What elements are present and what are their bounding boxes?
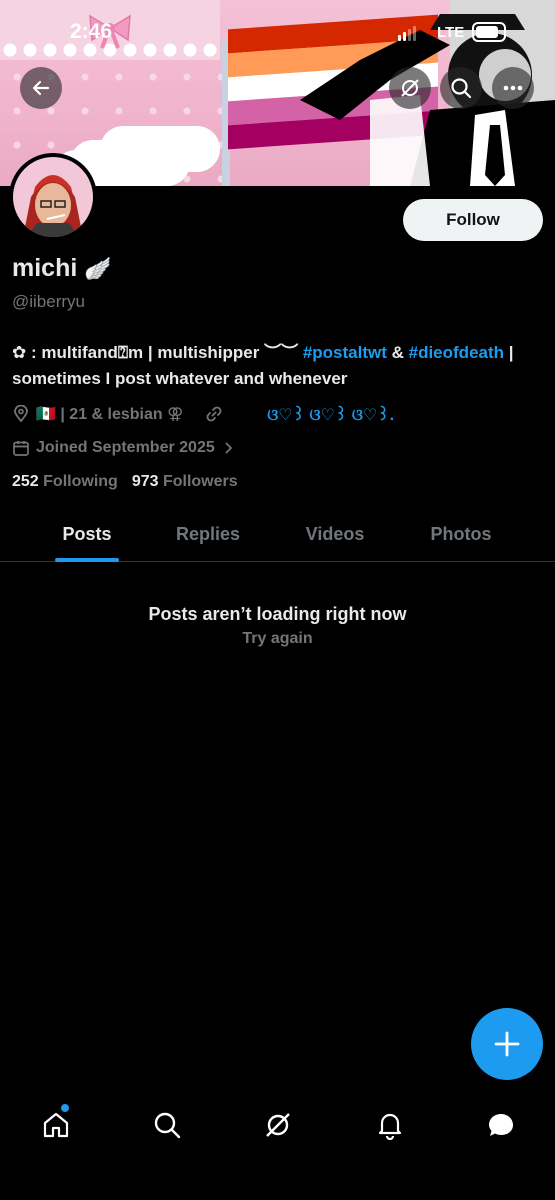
plus-icon	[494, 1031, 520, 1057]
search-icon	[451, 78, 472, 99]
link-icon	[206, 406, 222, 422]
more-icon	[503, 85, 523, 91]
tab-videos[interactable]: Videos	[276, 506, 394, 562]
bottom-navigation	[0, 1092, 555, 1158]
wing-emoji: 🪽	[84, 256, 112, 281]
profile-link[interactable]: ଓ♡꒱ ଓ♡꒱ ଓ♡꒱.	[267, 403, 394, 425]
following-count: 252	[12, 473, 39, 490]
nav-grok[interactable]	[253, 1102, 303, 1148]
grok-icon	[266, 1113, 290, 1137]
location-text: 🇲🇽 | 21 & lesbian ⚢	[36, 406, 184, 423]
tab-posts[interactable]: Posts	[28, 506, 146, 562]
home-icon	[43, 1112, 69, 1138]
status-bar: 2:46 LTE	[0, 0, 555, 66]
followers-link[interactable]: 973 Followers	[132, 473, 238, 491]
calendar-icon	[13, 441, 29, 456]
hashtag-dieofdeath[interactable]: #dieofdeath	[409, 343, 504, 362]
back-arrow-icon	[32, 80, 50, 96]
avatar[interactable]	[9, 153, 97, 241]
chat-icon	[489, 1114, 513, 1136]
profile-meta: 🇲🇽 | 21 & lesbian ⚢ ଓ♡꒱ ଓ♡꒱ ଓ♡꒱.	[12, 402, 542, 426]
profile-bio: ✿ : multifand⍰m | multishipper ︶︶ #posta…	[12, 340, 542, 392]
battery-icon	[472, 22, 506, 42]
username-handle: @iiberryu	[12, 292, 85, 311]
notification-dot	[61, 1104, 69, 1112]
nav-home[interactable]	[31, 1102, 81, 1148]
display-name: michi 🪽	[12, 254, 112, 283]
empty-state-title: Posts aren’t loading right now	[148, 604, 407, 624]
nav-messages[interactable]	[476, 1102, 526, 1148]
try-again-button[interactable]: Try again	[0, 630, 555, 648]
search-icon	[154, 1112, 181, 1139]
follow-counts: 252 Following 973 Followers	[12, 473, 238, 491]
followers-count: 973	[131, 473, 159, 490]
bio-text: ✿ : multifand⍰m | multishipper ︶︶	[12, 343, 303, 362]
tab-photos[interactable]: Photos	[402, 506, 520, 562]
bio-text: &	[386, 343, 409, 362]
avatar-image	[13, 157, 93, 237]
signal-icon	[398, 26, 416, 41]
hashtag-postaltwt[interactable]: #postaltwt	[303, 343, 387, 362]
followers-label: Followers	[162, 473, 238, 490]
joined-text: Joined September 2025	[36, 439, 215, 456]
following-label: Following	[43, 473, 118, 490]
grok-button[interactable]	[389, 67, 431, 109]
compose-button[interactable]	[471, 1008, 543, 1080]
nav-notifications[interactable]	[365, 1102, 415, 1148]
location-icon	[14, 405, 28, 423]
following-link[interactable]: 252 Following	[12, 473, 118, 491]
status-time: 2:46	[70, 20, 113, 43]
tab-replies[interactable]: Replies	[149, 506, 267, 562]
network-label: LTE	[437, 24, 465, 41]
profile-tabs: Posts Replies Videos Photos	[0, 506, 555, 562]
grok-icon	[401, 79, 419, 97]
chevron-right-icon	[225, 442, 233, 454]
nav-search[interactable]	[142, 1102, 192, 1148]
bell-icon	[378, 1113, 402, 1140]
follow-button[interactable]: Follow	[403, 199, 543, 241]
display-name-text: michi	[12, 254, 78, 282]
search-button[interactable]	[440, 67, 482, 109]
back-button[interactable]	[20, 67, 62, 109]
joined-date[interactable]: Joined September 2025	[12, 436, 235, 460]
active-tab-indicator	[55, 558, 119, 562]
more-button[interactable]	[492, 67, 534, 109]
